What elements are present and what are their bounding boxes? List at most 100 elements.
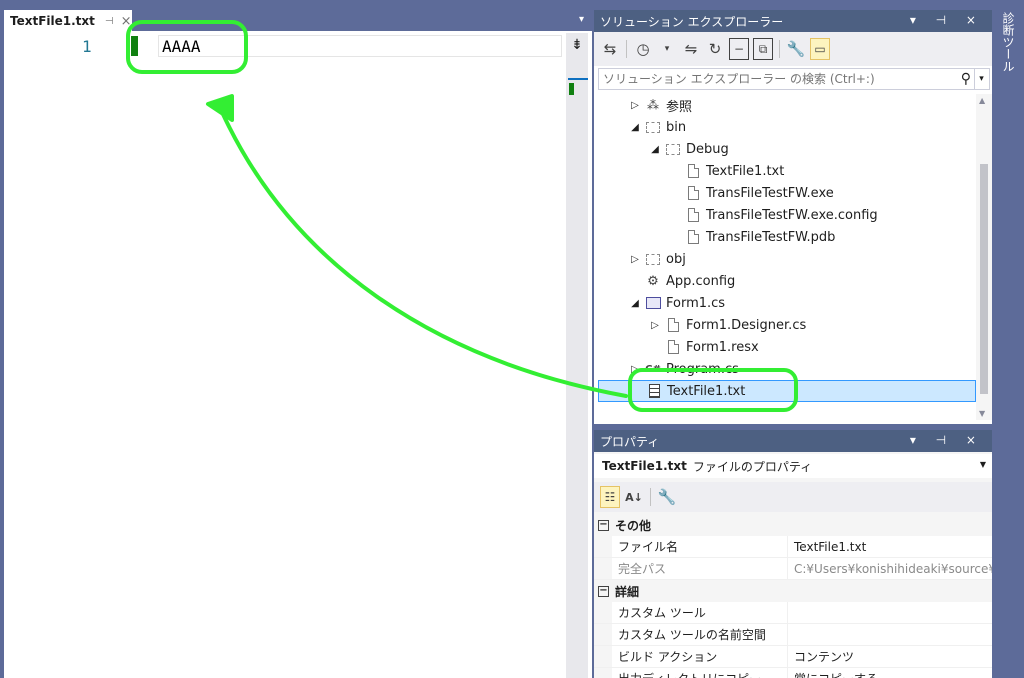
- scroll-up-icon[interactable]: ▲: [979, 96, 985, 105]
- tree-item-exe-config[interactable]: TransFileTestFW.exe.config: [682, 204, 878, 226]
- diagnostic-tools-tab[interactable]: 診断ツール: [997, 12, 1017, 72]
- window-controls[interactable]: ▾ ⊣ ×: [910, 433, 984, 447]
- tree-item-exe[interactable]: TransFileTestFW.exe: [682, 182, 834, 204]
- form-icon: [644, 295, 662, 311]
- tree-item-label: TransFileTestFW.pdb: [706, 229, 836, 245]
- tree-item-program[interactable]: ▷ C# Program.cs: [628, 358, 739, 380]
- collapse-icon[interactable]: ◢: [628, 298, 642, 309]
- editor-vertical-scrollbar[interactable]: [566, 33, 588, 678]
- pin-icon[interactable]: ⊣: [105, 16, 114, 27]
- scroll-down-icon[interactable]: ▼: [979, 409, 985, 418]
- preview-icon[interactable]: ▭: [810, 38, 830, 60]
- alphabetical-icon[interactable]: A↓: [624, 486, 644, 508]
- refresh-icon[interactable]: ↻: [705, 38, 725, 60]
- property-row[interactable]: 出力ディレクトリにコピー 常にコピーする: [594, 668, 992, 678]
- tree-item-references[interactable]: ▷ ⁂ 参照: [628, 94, 692, 116]
- window-controls[interactable]: ▾ ⊣ ×: [910, 13, 984, 27]
- collapse-all-icon[interactable]: −: [729, 38, 749, 60]
- tree-item-obj[interactable]: ▷ obj: [628, 248, 686, 270]
- expand-icon[interactable]: ▷: [628, 254, 642, 265]
- text-file-icon: [645, 383, 663, 399]
- search-options-icon[interactable]: ▾: [974, 69, 988, 89]
- row-gutter: [594, 536, 612, 557]
- close-icon[interactable]: ×: [121, 14, 132, 29]
- tree-item-debug-textfile[interactable]: TextFile1.txt: [682, 160, 784, 182]
- collapse-icon[interactable]: ◢: [628, 122, 642, 133]
- csharp-icon: C#: [645, 363, 661, 375]
- search-icon[interactable]: ⚲: [961, 71, 971, 87]
- properties-title-bar[interactable]: プロパティ ▾ ⊣ ×: [594, 430, 992, 452]
- properties-icon[interactable]: 🔧: [786, 38, 806, 60]
- property-value[interactable]: TextFile1.txt: [788, 536, 992, 557]
- tree-item-debug[interactable]: ◢ Debug: [648, 138, 729, 160]
- history-icon[interactable]: ◷: [633, 38, 653, 60]
- scroll-thumb[interactable]: [980, 164, 988, 394]
- property-row[interactable]: ビルド アクション コンテンツ: [594, 646, 992, 668]
- category-label: その他: [615, 518, 652, 533]
- tree-item-bin[interactable]: ◢ bin: [628, 116, 686, 138]
- property-name: 出力ディレクトリにコピー: [612, 668, 788, 678]
- property-row[interactable]: ファイル名 TextFile1.txt: [594, 536, 992, 558]
- solution-explorer-toolbar: ⇆ ◷ ▾ ⇋ ↻ − ⧉ 🔧 ▭: [594, 32, 992, 66]
- show-all-files-icon[interactable]: ⧉: [753, 38, 773, 60]
- tab-overflow-icon[interactable]: ▾: [579, 14, 584, 25]
- tree-item-pdb[interactable]: TransFileTestFW.pdb: [682, 226, 835, 248]
- property-row[interactable]: カスタム ツールの名前空間: [594, 624, 992, 646]
- search-input[interactable]: [603, 72, 953, 86]
- toolbar-separator: [779, 40, 780, 58]
- properties-toolbar: ☷ A↓ 🔧: [594, 482, 992, 512]
- row-gutter: [594, 624, 612, 645]
- solution-explorer-scrollbar[interactable]: ▲ ▼: [976, 94, 992, 420]
- chevron-down-icon[interactable]: ▼: [980, 460, 986, 469]
- tree-item-label: App.config: [666, 273, 736, 289]
- tree-item-label: 参照: [666, 99, 693, 115]
- expand-icon[interactable]: ▷: [628, 100, 642, 111]
- category-advanced[interactable]: − 詳細: [594, 580, 992, 602]
- property-value[interactable]: [788, 624, 992, 645]
- editor-area: TextFile1.txt ⊣ × ▾ 1 AAAA ⇟: [0, 0, 592, 678]
- property-name: カスタム ツール: [612, 602, 788, 623]
- object-selector[interactable]: TextFile1.txt ファイルのプロパティ ▼: [594, 454, 992, 478]
- property-value[interactable]: [788, 602, 992, 623]
- dropdown-icon[interactable]: ▾: [657, 38, 677, 60]
- tree-item-label: TextFile1.txt: [706, 163, 785, 179]
- sync-icon[interactable]: ⇋: [681, 38, 701, 60]
- collapse-icon[interactable]: −: [598, 585, 609, 597]
- code-line-text[interactable]: AAAA: [162, 37, 201, 56]
- properties-panel: プロパティ ▾ ⊣ × TextFile1.txt ファイルのプロパティ ▼ ☷…: [592, 430, 992, 678]
- file-icon: [684, 207, 702, 223]
- switch-views-icon[interactable]: ⇆: [600, 38, 620, 60]
- expand-icon[interactable]: ▷: [648, 320, 662, 331]
- tree-item-label: Program.cs: [666, 361, 739, 377]
- property-value[interactable]: コンテンツ: [788, 646, 992, 667]
- collapse-icon[interactable]: −: [598, 519, 609, 531]
- tree-item-label: Debug: [686, 141, 729, 157]
- change-scroll-marker: [569, 83, 574, 95]
- file-icon: [664, 317, 682, 333]
- text-editor[interactable]: 1 AAAA ⇟: [4, 31, 592, 678]
- categorized-icon[interactable]: ☷: [600, 486, 620, 508]
- tree-item-label: TransFileTestFW.exe: [706, 185, 834, 201]
- solution-explorer-title-bar[interactable]: ソリューション エクスプローラー ▾ ⊣ ×: [594, 10, 992, 32]
- file-icon: [664, 339, 682, 355]
- tree-item-form1[interactable]: ◢ Form1.cs: [628, 292, 725, 314]
- tree-item-app-config[interactable]: ⚙ App.config: [642, 270, 735, 292]
- split-window-icon[interactable]: ⇟: [566, 37, 588, 57]
- property-name: ビルド アクション: [612, 646, 788, 667]
- tree-item-form1-resx[interactable]: Form1.resx: [662, 336, 759, 358]
- property-row[interactable]: 完全パス C:¥Users¥konishihideaki¥source¥: [594, 558, 992, 580]
- expand-icon[interactable]: ▷: [628, 364, 642, 375]
- tree-item-label: obj: [666, 251, 686, 267]
- category-misc[interactable]: − その他: [594, 514, 992, 536]
- solution-search-box[interactable]: ⚲ ▾: [598, 68, 990, 90]
- collapse-icon[interactable]: ◢: [648, 144, 662, 155]
- tab-textfile1[interactable]: TextFile1.txt ⊣ ×: [4, 10, 132, 31]
- tree-item-form1-designer[interactable]: ▷ Form1.Designer.cs: [648, 314, 806, 336]
- property-row[interactable]: カスタム ツール: [594, 602, 992, 624]
- property-pages-icon[interactable]: 🔧: [657, 486, 677, 508]
- property-value[interactable]: 常にコピーする: [788, 668, 992, 678]
- folder-icon: [644, 251, 662, 267]
- folder-icon: [644, 119, 662, 135]
- tree-item-textfile1[interactable]: TextFile1.txt: [598, 380, 976, 402]
- property-value[interactable]: C:¥Users¥konishihideaki¥source¥: [788, 558, 992, 579]
